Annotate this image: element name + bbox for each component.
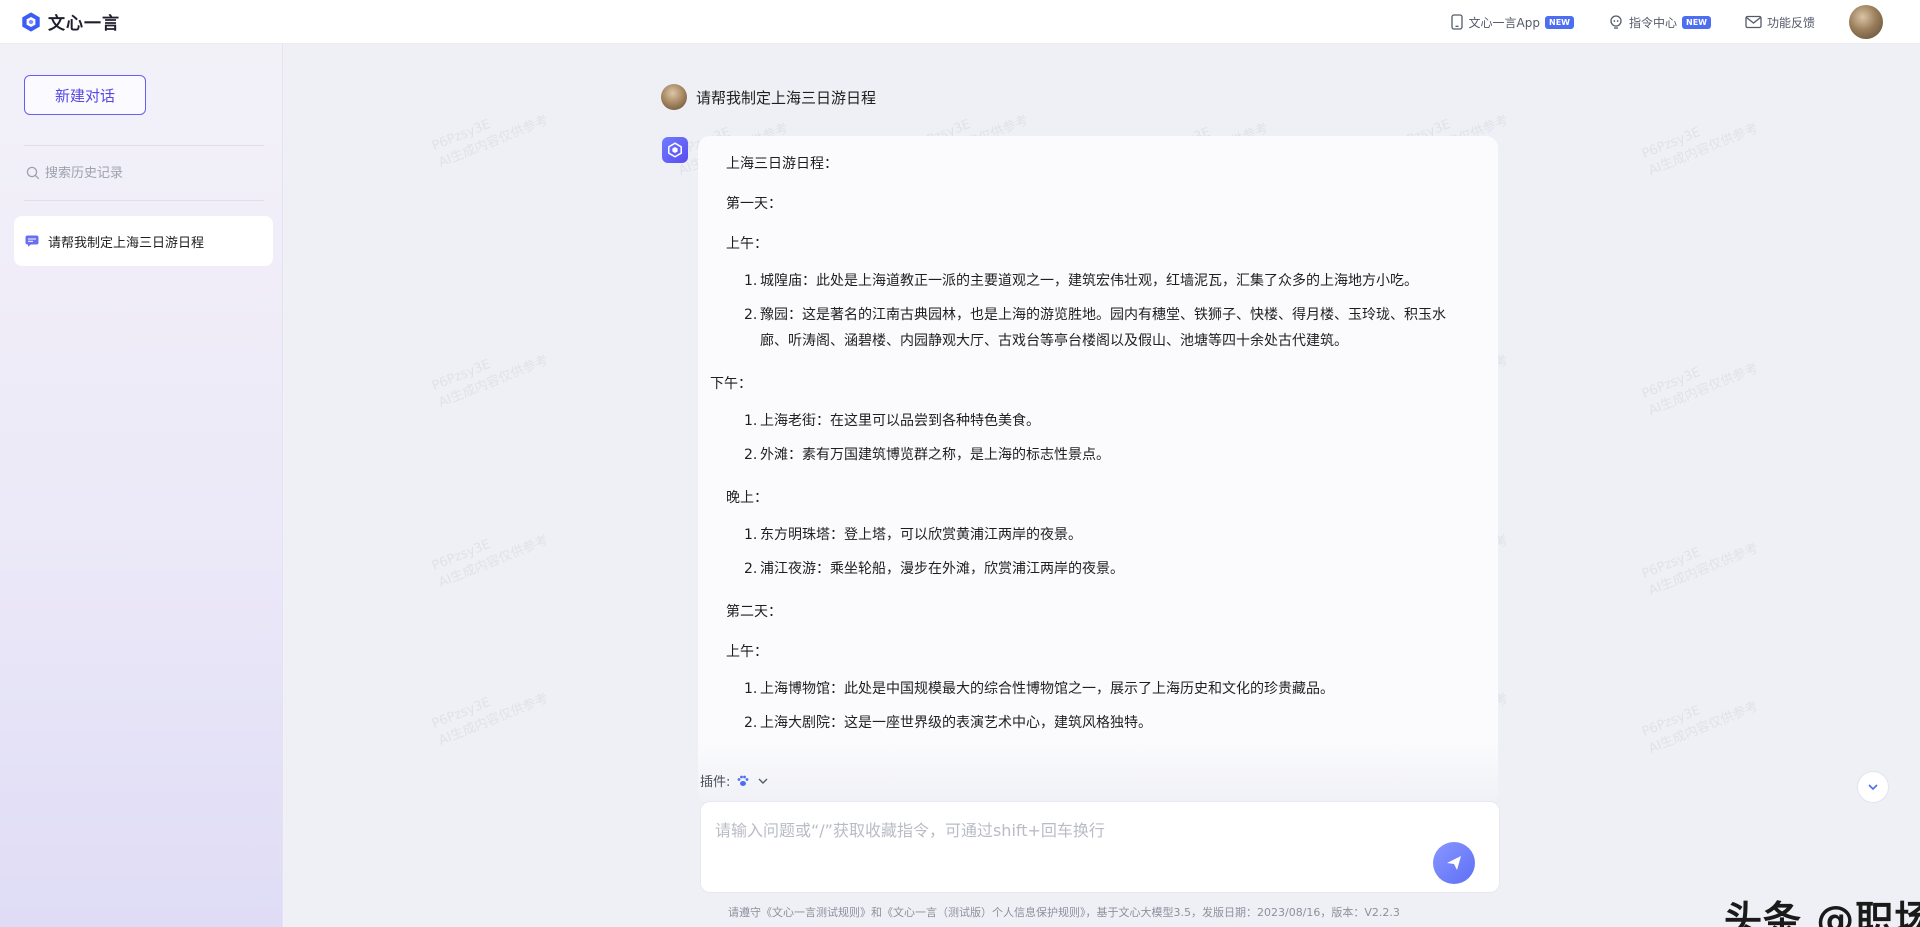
message-input[interactable] (701, 802, 1499, 892)
user-message: 请帮我制定上海三日游日程 (661, 84, 876, 110)
history-search (26, 162, 262, 184)
app-download-link[interactable]: 文心一言App NEW (1450, 14, 1574, 31)
lightbulb-icon (1610, 15, 1622, 29)
watermark: P6Pzsy3EAI生成内容仅供参考 (1639, 699, 1761, 757)
user-question-text: 请帮我制定上海三日游日程 (696, 88, 877, 107)
mail-icon (1745, 15, 1762, 29)
history-item-label: 请帮我制定上海三日游日程 (48, 235, 205, 251)
top-bar: 文心一言 文心一言App NEW 指令中心 NEW 功能反馈 (0, 0, 1920, 44)
plugin-selector[interactable]: 插件: (700, 771, 770, 790)
watermark: P6Pzsy3EAI生成内容仅供参考 (429, 533, 551, 591)
search-icon (26, 166, 40, 180)
itinerary-list: 1. 上海老街：在这里可以品尝到各种特色美食。 2. 外滩：素有万国建筑博览群之称，… (726, 408, 1470, 468)
day-label: 第二天： (726, 604, 782, 620)
user-avatar[interactable] (1849, 5, 1883, 39)
list-item: 2. 浦江夜游：乘坐轮船，漫步在外滩，欣赏浦江两岸的夜景。 (744, 561, 1124, 577)
message-input-box (700, 801, 1500, 893)
list-item: 2. 外滩：素有万国建筑博览群之称，是上海的标志性景点。 (744, 447, 1110, 463)
sidebar: 新建对话 请帮我制定上海三日游日程 (0, 44, 283, 927)
history-item[interactable]: 请帮我制定上海三日游日程 (14, 216, 273, 266)
command-center-link[interactable]: 指令中心 NEW (1608, 14, 1711, 31)
itinerary-list: 1. 城隍庙：此处是上海道教正一派的主要道观之一，建筑宏伟壮观，红墙泥瓦，汇集了众… (726, 268, 1470, 354)
day-label: 第一天： (726, 196, 782, 212)
list-item: 2. 上海大剧院：这是一座世界级的表演艺术中心，建筑风格独特。 (744, 715, 1152, 731)
brand[interactable]: 文心一言 (20, 9, 120, 34)
send-icon (1447, 856, 1461, 870)
top-actions: 文心一言App NEW 指令中心 NEW 功能反馈 (1450, 0, 1920, 44)
new-badge: NEW (1545, 15, 1574, 29)
list-item: 1. 上海老街：在这里可以品尝到各种特色美食。 (744, 413, 1040, 429)
chevron-down-icon (758, 778, 768, 784)
wenxin-logo-icon (22, 11, 40, 32)
watermark: P6Pzsy3EAI生成内容仅供参考 (429, 691, 551, 749)
paw-icon (737, 775, 749, 786)
wenxin-bot-icon (668, 142, 682, 158)
divider (24, 145, 264, 146)
new-badge: NEW (1682, 15, 1711, 29)
answer-title: 上海三日游日程： (726, 156, 838, 172)
itinerary-list: 1. 上海博物馆：此处是中国规模最大的综合性博物馆之一，展示了上海历史和文化的珍贵… (726, 676, 1470, 736)
chat-bubble-icon (25, 235, 39, 247)
brand-name: 文心一言 (48, 14, 120, 34)
command-center-label: 指令中心 (1628, 15, 1677, 30)
toutiao-watermark: 头条 @职场办公技能 (1724, 898, 1920, 927)
period-label: 上午： (726, 236, 768, 252)
watermark: P6Pzsy3EAI生成内容仅供参考 (429, 353, 551, 411)
bot-answer-card: 上海三日游日程： 第一天： 上午： 1. 城隍庙：此处是上海道教正一派的主要道观之… (698, 136, 1498, 804)
history-search-input[interactable] (45, 165, 245, 181)
watermark: P6Pzsy3EAI生成内容仅供参考 (1639, 121, 1761, 179)
phone-icon (1450, 14, 1463, 30)
list-item: 2. 豫园：这是著名的江南古典园林，也是上海的游览胜地。园内有穗堂、铁狮子、快楼、… (744, 307, 1446, 349)
chevron-down-icon (1868, 784, 1878, 791)
bot-avatar-icon (662, 137, 688, 163)
watermark: P6Pzsy3EAI生成内容仅供参考 (429, 113, 551, 171)
plugin-label: 插件: (700, 775, 731, 790)
watermark: P6Pzsy3EAI生成内容仅供参考 (1639, 541, 1761, 599)
divider (24, 200, 264, 201)
period-label: 上午： (726, 644, 768, 660)
scroll-to-bottom-button[interactable] (1857, 771, 1889, 803)
chat-main: P6Pzsy3E AI生成内容仅供参考 P6Pzsy3E AI生成内容仅供参考 P6… (284, 44, 1920, 927)
user-avatar (661, 84, 687, 110)
watermark: P6Pzsy3EAI生成内容仅供参考 (1639, 361, 1761, 419)
itinerary-list: 1. 东方明珠塔：登上塔，可以欣赏黄浦江两岸的夜景。 2. 浦江夜游：乘坐轮船，漫步… (726, 522, 1470, 582)
list-item: 1. 上海博物馆：此处是中国规模最大的综合性博物馆之一，展示了上海历史和文化的珍贵… (744, 681, 1334, 697)
period-label: 晚上： (726, 490, 768, 506)
feedback-label: 功能反馈 (1766, 15, 1815, 30)
list-item: 1. 城隍庙：此处是上海道教正一派的主要道观之一，建筑宏伟壮观，红墙泥瓦，汇集了众… (744, 273, 1418, 289)
answer-fade (698, 744, 1498, 804)
feedback-link[interactable]: 功能反馈 (1745, 14, 1815, 31)
app-download-label: 文心一言App (1468, 15, 1540, 30)
send-button[interactable] (1433, 842, 1475, 884)
new-chat-button[interactable]: 新建对话 (24, 75, 146, 115)
footer-note: 请遵守《文心一言测试规则》和《文心一言（测试版）个人信息保护规则》，基于文心大模… (728, 906, 1400, 919)
list-item: 1. 东方明珠塔：登上塔，可以欣赏黄浦江两岸的夜景。 (744, 527, 1082, 543)
period-label: 下午： (710, 376, 752, 392)
